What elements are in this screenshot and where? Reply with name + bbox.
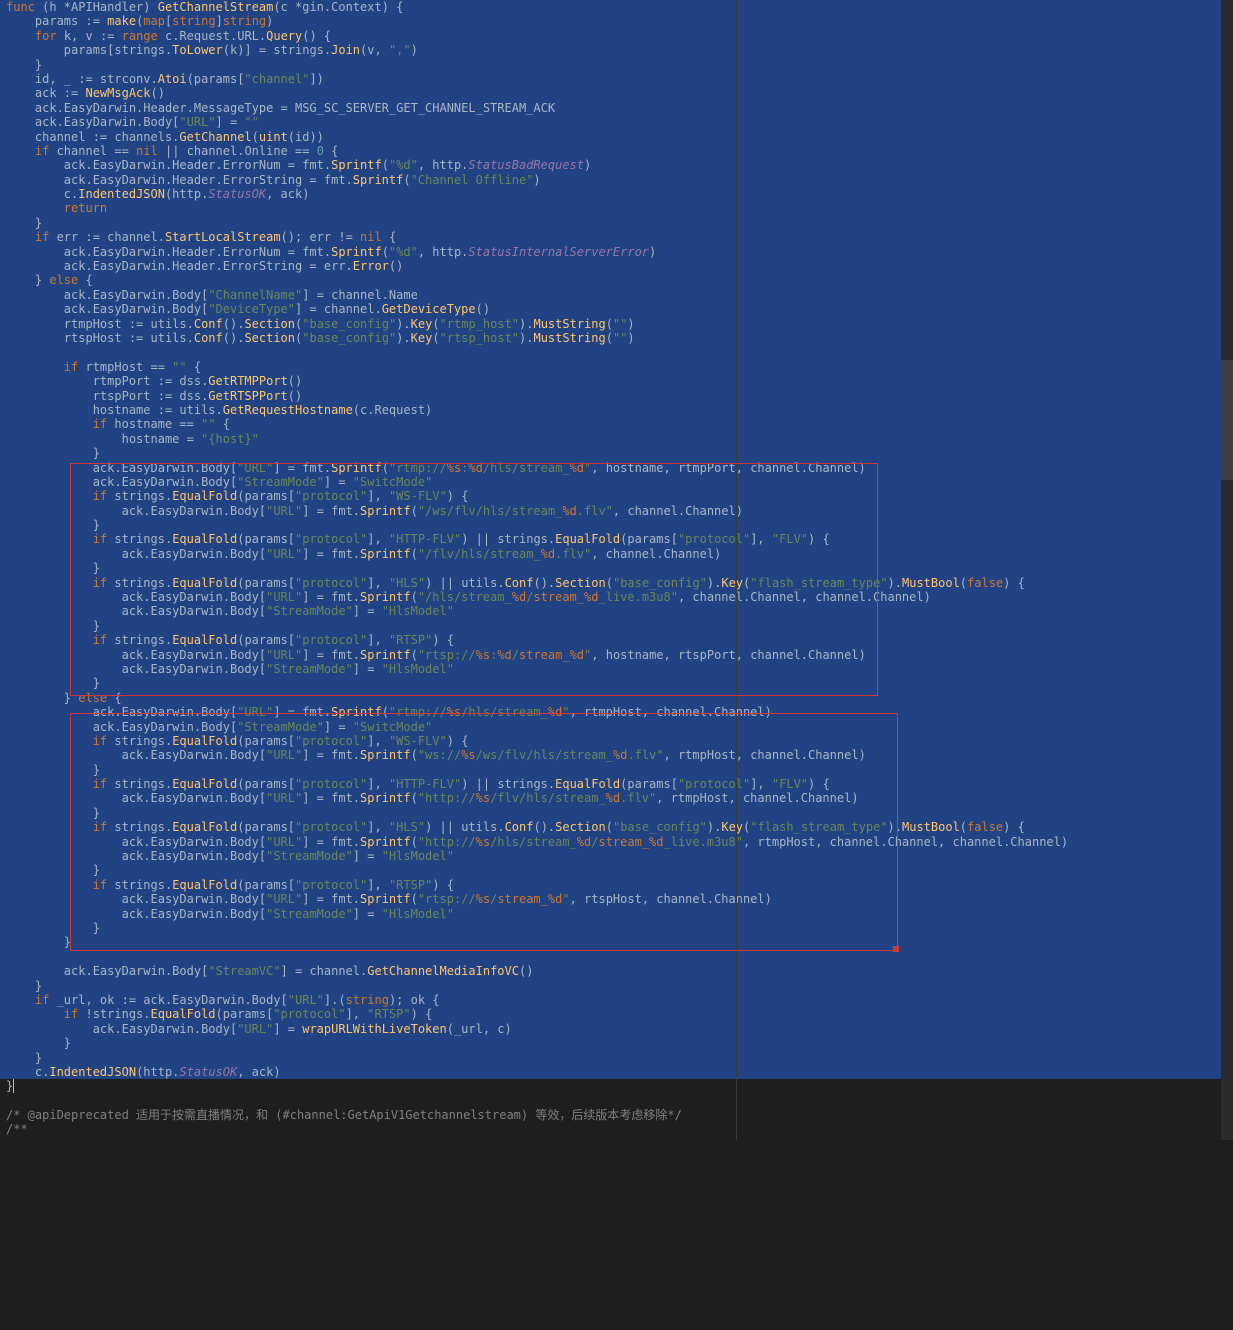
code-line[interactable]: if channel == nil || channel.Online == 0… bbox=[0, 144, 1233, 158]
code-line[interactable]: ack.EasyDarwin.Body["StreamMode"] = "Hls… bbox=[0, 604, 1233, 618]
code-line[interactable]: ack.EasyDarwin.Body["URL"] = wrapURLWith… bbox=[0, 1022, 1233, 1036]
code-line[interactable]: if rtmpHost == "" { bbox=[0, 360, 1233, 374]
code-area[interactable]: func (h *APIHandler) GetChannelStream(c … bbox=[0, 0, 1233, 1137]
code-line[interactable]: if strings.EqualFold(params["protocol"],… bbox=[0, 878, 1233, 892]
code-line[interactable]: } bbox=[0, 921, 1233, 935]
code-line[interactable]: } bbox=[0, 763, 1233, 777]
code-line[interactable]: ack.EasyDarwin.Body["StreamMode"] = "Hls… bbox=[0, 907, 1233, 921]
code-line[interactable]: } bbox=[0, 561, 1233, 575]
code-line[interactable]: } bbox=[0, 806, 1233, 820]
code-line[interactable]: } bbox=[0, 58, 1233, 72]
code-line[interactable]: ack := NewMsgAck() bbox=[0, 86, 1233, 100]
code-line[interactable]: if strings.EqualFold(params["protocol"],… bbox=[0, 633, 1233, 647]
scrollbar-thumb[interactable] bbox=[1221, 360, 1233, 480]
code-line[interactable]: /* @apiDeprecated 适用于按需直播情况，和 (#channel:… bbox=[0, 1108, 1233, 1122]
code-line[interactable]: hostname = "{host}" bbox=[0, 432, 1233, 446]
code-line[interactable]: } bbox=[0, 1079, 1233, 1093]
code-line[interactable]: if strings.EqualFold(params["protocol"],… bbox=[0, 576, 1233, 590]
vertical-scrollbar[interactable] bbox=[1221, 0, 1233, 1140]
code-line[interactable]: ack.EasyDarwin.Body["URL"] = fmt.Sprintf… bbox=[0, 547, 1233, 561]
code-line[interactable]: ack.EasyDarwin.Header.ErrorNum = fmt.Spr… bbox=[0, 245, 1233, 259]
code-line[interactable]: func (h *APIHandler) GetChannelStream(c … bbox=[0, 0, 1233, 14]
code-line[interactable]: ack.EasyDarwin.Body["URL"] = fmt.Sprintf… bbox=[0, 705, 1233, 719]
code-editor[interactable]: func (h *APIHandler) GetChannelStream(c … bbox=[0, 0, 1233, 1137]
code-line[interactable]: if strings.EqualFold(params["protocol"],… bbox=[0, 777, 1233, 791]
code-line[interactable]: if strings.EqualFold(params["protocol"],… bbox=[0, 820, 1233, 834]
code-line[interactable]: ack.EasyDarwin.Header.ErrorString = fmt.… bbox=[0, 173, 1233, 187]
code-line[interactable]: ack.EasyDarwin.Body["ChannelName"] = cha… bbox=[0, 288, 1233, 302]
code-line[interactable]: ack.EasyDarwin.Body["URL"] = fmt.Sprintf… bbox=[0, 892, 1233, 906]
code-line[interactable]: ack.EasyDarwin.Body["URL"] = fmt.Sprintf… bbox=[0, 648, 1233, 662]
code-line[interactable]: ack.EasyDarwin.Body["URL"] = fmt.Sprintf… bbox=[0, 590, 1233, 604]
code-line[interactable]: c.IndentedJSON(http.StatusOK, ack) bbox=[0, 1065, 1233, 1079]
code-line[interactable] bbox=[0, 345, 1233, 359]
code-line[interactable]: if strings.EqualFold(params["protocol"],… bbox=[0, 532, 1233, 546]
code-line[interactable]: } bbox=[0, 979, 1233, 993]
code-line[interactable]: ack.EasyDarwin.Header.MessageType = MSG_… bbox=[0, 101, 1233, 115]
code-line[interactable]: if hostname == "" { bbox=[0, 417, 1233, 431]
code-line[interactable]: if err := channel.StartLocalStream(); er… bbox=[0, 230, 1233, 244]
code-line[interactable]: ack.EasyDarwin.Body["StreamMode"] = "Hls… bbox=[0, 849, 1233, 863]
code-line[interactable]: } else { bbox=[0, 273, 1233, 287]
code-line[interactable]: ack.EasyDarwin.Header.ErrorNum = fmt.Spr… bbox=[0, 158, 1233, 172]
code-line[interactable]: if !strings.EqualFold(params["protocol"]… bbox=[0, 1007, 1233, 1021]
code-line[interactable]: } bbox=[0, 518, 1233, 532]
code-line[interactable]: ack.EasyDarwin.Body["StreamMode"] = "Swi… bbox=[0, 475, 1233, 489]
code-line[interactable]: id, _ := strconv.Atoi(params["channel"]) bbox=[0, 72, 1233, 86]
code-line[interactable]: } bbox=[0, 446, 1233, 460]
code-line[interactable]: rtmpHost := utils.Conf().Section("base_c… bbox=[0, 317, 1233, 331]
code-line[interactable]: } else { bbox=[0, 691, 1233, 705]
code-line[interactable]: params[strings.ToLower(k)] = strings.Joi… bbox=[0, 43, 1233, 57]
code-line[interactable]: ack.EasyDarwin.Body["DeviceType"] = chan… bbox=[0, 302, 1233, 316]
code-line[interactable]: ack.EasyDarwin.Body["StreamVC"] = channe… bbox=[0, 964, 1233, 978]
code-line[interactable]: ack.EasyDarwin.Header.ErrorString = err.… bbox=[0, 259, 1233, 273]
code-line[interactable]: } bbox=[0, 935, 1233, 949]
code-line[interactable]: } bbox=[0, 863, 1233, 877]
code-line[interactable]: ack.EasyDarwin.Body["URL"] = fmt.Sprintf… bbox=[0, 461, 1233, 475]
code-line[interactable]: ack.EasyDarwin.Body["StreamMode"] = "Hls… bbox=[0, 662, 1233, 676]
code-line[interactable]: if strings.EqualFold(params["protocol"],… bbox=[0, 734, 1233, 748]
code-line[interactable]: if _url, ok := ack.EasyDarwin.Body["URL"… bbox=[0, 993, 1233, 1007]
code-line[interactable]: hostname := utils.GetRequestHostname(c.R… bbox=[0, 403, 1233, 417]
text-cursor bbox=[13, 1079, 14, 1093]
code-line[interactable]: /** bbox=[0, 1122, 1233, 1136]
code-line[interactable]: ack.EasyDarwin.Body["URL"] = fmt.Sprintf… bbox=[0, 504, 1233, 518]
code-line[interactable]: ack.EasyDarwin.Body["URL"] = fmt.Sprintf… bbox=[0, 791, 1233, 805]
code-line[interactable]: rtspHost := utils.Conf().Section("base_c… bbox=[0, 331, 1233, 345]
code-line[interactable]: } bbox=[0, 619, 1233, 633]
code-line[interactable]: c.IndentedJSON(http.StatusOK, ack) bbox=[0, 187, 1233, 201]
code-line[interactable]: ack.EasyDarwin.Body["URL"] = fmt.Sprintf… bbox=[0, 748, 1233, 762]
right-margin-guide bbox=[736, 0, 737, 1140]
code-line[interactable]: } bbox=[0, 676, 1233, 690]
code-line[interactable]: for k, v := range c.Request.URL.Query() … bbox=[0, 29, 1233, 43]
code-line[interactable]: rtmpPort := dss.GetRTMPPort() bbox=[0, 374, 1233, 388]
code-line[interactable]: rtspPort := dss.GetRTSPPort() bbox=[0, 389, 1233, 403]
comment-text: /* @apiDeprecated 适用于按需直播情况，和 (#channel:… bbox=[6, 1108, 682, 1122]
code-line[interactable] bbox=[0, 1094, 1233, 1108]
code-line[interactable]: ack.EasyDarwin.Body["StreamMode"] = "Swi… bbox=[0, 720, 1233, 734]
code-line[interactable]: ack.EasyDarwin.Body["URL"] = "" bbox=[0, 115, 1233, 129]
code-line[interactable]: } bbox=[0, 1036, 1233, 1050]
code-line[interactable]: channel := channels.GetChannel(uint(id)) bbox=[0, 130, 1233, 144]
comment-text: /** bbox=[6, 1122, 28, 1136]
code-line[interactable]: return bbox=[0, 201, 1233, 215]
code-line[interactable]: params := make(map[string]string) bbox=[0, 14, 1233, 28]
code-line[interactable]: } bbox=[0, 1051, 1233, 1065]
code-line[interactable]: if strings.EqualFold(params["protocol"],… bbox=[0, 489, 1233, 503]
code-line[interactable]: ack.EasyDarwin.Body["URL"] = fmt.Sprintf… bbox=[0, 835, 1233, 849]
code-line[interactable]: } bbox=[0, 216, 1233, 230]
code-line[interactable] bbox=[0, 950, 1233, 964]
